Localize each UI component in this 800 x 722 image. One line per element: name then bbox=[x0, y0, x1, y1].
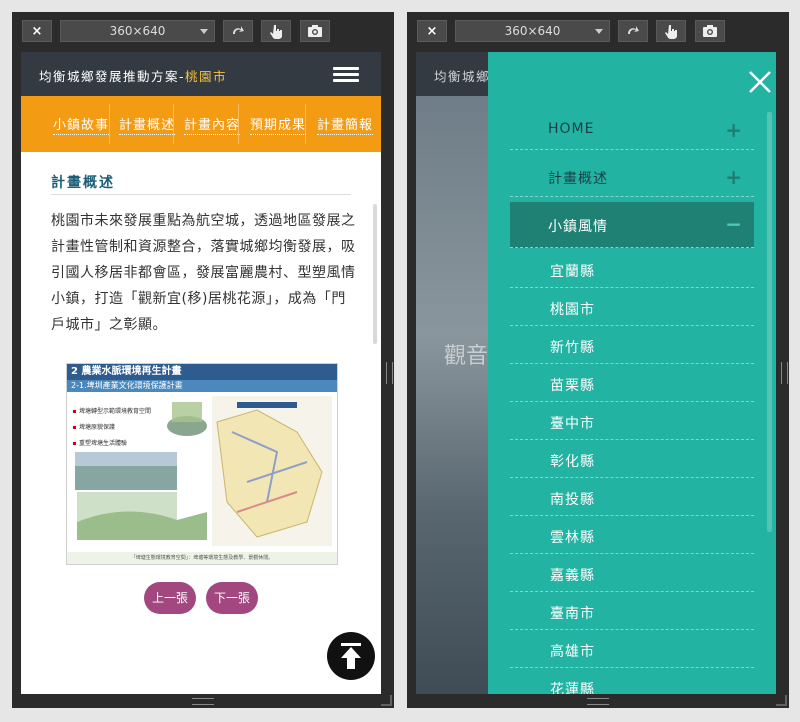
emulator-toolbar: × 360×640 bbox=[407, 12, 789, 52]
tab-results[interactable]: 預期成果 bbox=[250, 114, 307, 135]
submenu-item[interactable]: 宜蘭縣 bbox=[510, 250, 754, 288]
resize-grip-bottom[interactable] bbox=[587, 698, 609, 705]
resize-corner[interactable] bbox=[381, 695, 392, 706]
submenu-item[interactable]: 花蓮縣 bbox=[510, 668, 754, 694]
body-text: 桃園市未來發展重點為航空城，透過地區發展之計畫性管制和資源整合，落實城鄉均衡發展… bbox=[51, 213, 356, 333]
section-tabs: 小鎮故事 計畫概述 計畫內容 預期成果 計畫簡報 bbox=[21, 96, 381, 152]
close-emulator-button[interactable]: × bbox=[417, 20, 447, 42]
plus-icon[interactable]: + bbox=[725, 165, 742, 189]
submenu-item[interactable]: 桃園市 bbox=[510, 288, 754, 326]
tab-content[interactable]: 計畫內容 bbox=[184, 114, 241, 135]
arrow-up-to-top-icon bbox=[341, 643, 361, 669]
tab-story[interactable]: 小鎮故事 bbox=[53, 114, 110, 135]
mobile-screen-menu-open: 均衡城鄉 觀音 HOME + 計畫概述 + 小鎮風情 − 宜蘭縣 桃園市 新竹縣… bbox=[416, 52, 776, 694]
nav-drawer: HOME + 計畫概述 + 小鎮風情 − 宜蘭縣 桃園市 新竹縣 苗栗縣 臺中市… bbox=[488, 52, 776, 694]
device-size-value: 360×640 bbox=[504, 24, 561, 38]
resize-corner[interactable] bbox=[776, 695, 787, 706]
chevron-down-icon bbox=[200, 29, 208, 34]
menu-item-label: HOME bbox=[548, 121, 595, 137]
tab-briefing[interactable]: 計畫簡報 bbox=[317, 114, 374, 135]
tab-divider bbox=[109, 104, 110, 144]
submenu-item-label: 桃園市 bbox=[550, 302, 595, 318]
menu-item-home[interactable]: HOME + bbox=[510, 112, 754, 150]
back-to-top-button[interactable] bbox=[327, 632, 375, 680]
submenu-item-label: 新竹縣 bbox=[550, 340, 595, 356]
submenu-item-label: 南投縣 bbox=[550, 492, 595, 508]
touch-button[interactable] bbox=[656, 20, 686, 42]
rotate-button[interactable] bbox=[618, 20, 648, 42]
touch-button[interactable] bbox=[261, 20, 291, 42]
submenu-item[interactable]: 苗栗縣 bbox=[510, 364, 754, 402]
submenu-item[interactable]: 臺中市 bbox=[510, 402, 754, 440]
minus-icon[interactable]: − bbox=[725, 212, 742, 236]
hamburger-menu-icon[interactable] bbox=[333, 67, 359, 82]
resize-grip-right[interactable] bbox=[781, 362, 788, 384]
section-title: 計畫概述 bbox=[51, 175, 115, 191]
emulator-left: × 360×640 均衡城鄉發展推動方案-桃園市 小鎮故事 計畫概述 計畫內容 … bbox=[12, 12, 394, 708]
scrollbar[interactable] bbox=[767, 112, 772, 532]
submenu-item-label: 嘉義縣 bbox=[550, 568, 595, 584]
menu-item-label: 小鎮風情 bbox=[548, 219, 608, 235]
submenu-item[interactable]: 雲林縣 bbox=[510, 516, 754, 554]
site-title-city: 桃園市 bbox=[185, 69, 228, 84]
screenshot-button[interactable] bbox=[300, 20, 330, 42]
plus-icon[interactable]: + bbox=[725, 118, 742, 142]
submenu-item-label: 臺南市 bbox=[550, 606, 595, 622]
camera-icon bbox=[703, 25, 717, 37]
submenu-item[interactable]: 高雄市 bbox=[510, 630, 754, 668]
scrollbar[interactable] bbox=[373, 204, 377, 344]
chevron-down-icon bbox=[595, 29, 603, 34]
next-slide-button[interactable]: 下一張 bbox=[206, 582, 258, 614]
touch-hand-icon bbox=[665, 25, 677, 39]
tab-divider bbox=[238, 104, 239, 144]
mobile-screen: 均衡城鄉發展推動方案-桃園市 小鎮故事 計畫概述 計畫內容 預期成果 計畫簡報 … bbox=[21, 52, 381, 694]
slide-subheading: 2-1.埤圳產業文化環境保護計畫 bbox=[67, 380, 337, 392]
site-title-prefix: 均衡城鄉發展推動方案- bbox=[39, 69, 186, 84]
submenu-item[interactable]: 彰化縣 bbox=[510, 440, 754, 478]
hero-text: 觀音 bbox=[444, 344, 489, 369]
submenu-item-label: 雲林縣 bbox=[550, 530, 595, 546]
touch-hand-icon bbox=[270, 25, 282, 39]
submenu-item[interactable]: 臺南市 bbox=[510, 592, 754, 630]
site-title: 均衡城鄉 bbox=[434, 69, 491, 84]
menu-item-label: 計畫概述 bbox=[548, 171, 608, 187]
submenu-item-label: 高雄市 bbox=[550, 644, 595, 660]
device-size-select[interactable]: 360×640 bbox=[60, 20, 215, 42]
emulator-right: × 360×640 均衡城鄉 觀音 HOME + 計畫概述 + 小鎮風情 − 宜… bbox=[407, 12, 789, 708]
camera-icon bbox=[308, 25, 322, 37]
site-title[interactable]: 均衡城鄉發展推動方案-桃園市 bbox=[39, 66, 227, 85]
tab-divider bbox=[305, 104, 306, 144]
divider bbox=[51, 194, 351, 195]
rotate-button[interactable] bbox=[223, 20, 253, 42]
close-emulator-button[interactable]: × bbox=[22, 20, 52, 42]
site-header: 均衡城鄉發展推動方案-桃園市 bbox=[21, 52, 381, 96]
menu-item-towns[interactable]: 小鎮風情 − bbox=[510, 202, 754, 248]
submenu-item-label: 彰化縣 bbox=[550, 454, 595, 470]
slide-illustration bbox=[75, 396, 332, 546]
prev-slide-button[interactable]: 上一張 bbox=[144, 582, 196, 614]
submenu-item-label: 宜蘭縣 bbox=[550, 264, 595, 280]
submenu-item-label: 花蓮縣 bbox=[550, 682, 595, 694]
resize-grip-right[interactable] bbox=[386, 362, 393, 384]
resize-grip-bottom[interactable] bbox=[192, 698, 214, 705]
submenu-item-label: 臺中市 bbox=[550, 416, 595, 432]
tab-divider bbox=[173, 104, 174, 144]
device-size-value: 360×640 bbox=[109, 24, 166, 38]
slide-image: 2 農業水脈環境再生計畫 2-1.埤圳產業文化環境保護計畫 埤塘轉型示範環境教育… bbox=[66, 363, 338, 565]
submenu-item[interactable]: 南投縣 bbox=[510, 478, 754, 516]
slide-footer: 「埤塘生態環境教育空間」：埤塘等環境生態及教學、景觀休閒。 bbox=[67, 552, 337, 564]
rotate-icon bbox=[628, 26, 639, 34]
close-icon[interactable] bbox=[748, 70, 772, 94]
submenu-item[interactable]: 嘉義縣 bbox=[510, 554, 754, 592]
menu-item-overview[interactable]: 計畫概述 + bbox=[510, 159, 754, 197]
device-size-select[interactable]: 360×640 bbox=[455, 20, 610, 42]
submenu-item[interactable]: 新竹縣 bbox=[510, 326, 754, 364]
emulator-toolbar: × 360×640 bbox=[12, 12, 394, 52]
slide-heading: 2 農業水脈環境再生計畫 bbox=[67, 364, 337, 380]
screenshot-button[interactable] bbox=[695, 20, 725, 42]
submenu-item-label: 苗栗縣 bbox=[550, 378, 595, 394]
tab-overview[interactable]: 計畫概述 bbox=[119, 114, 176, 135]
rotate-icon bbox=[233, 26, 244, 34]
